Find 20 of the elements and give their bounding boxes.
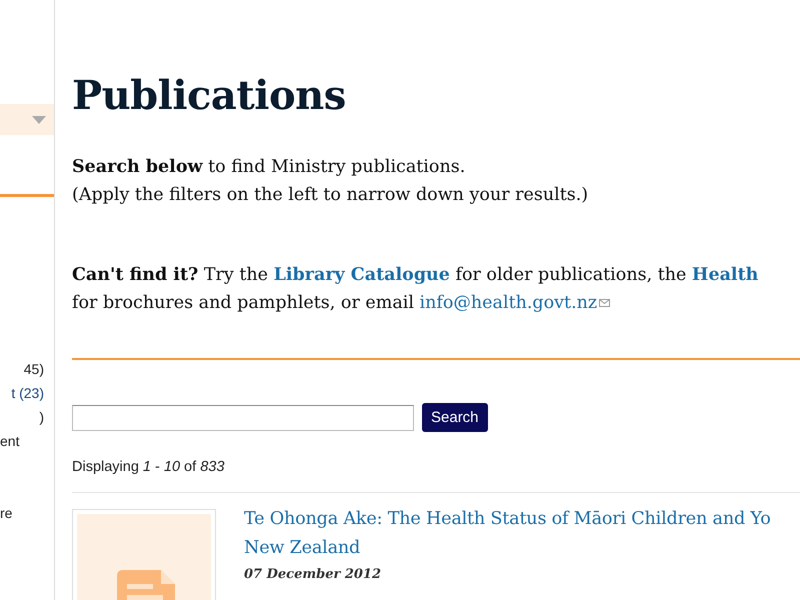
page-title: Publications (72, 72, 347, 120)
publication-date: 07 December 2012 (244, 567, 382, 582)
filter-link[interactable]: 45) (24, 357, 54, 381)
health-link[interactable]: Health (692, 265, 758, 285)
intro-text: Search below to find Ministry publications. (Apply the filters on the left to narrow down your results.) (72, 156, 590, 207)
filter-link[interactable]: t (23) (11, 381, 54, 405)
email-link[interactable]: info@health.govt.nz (420, 293, 610, 313)
search-field[interactable] (72, 404, 414, 430)
caret-icon (32, 116, 46, 124)
filter-link[interactable]: ent (0, 429, 20, 453)
filter-link[interactable]: ) (39, 405, 54, 429)
publication-title-link[interactable]: Te Ohonga Ake: The Health Status of Māori Children and Yo New Zealand (244, 505, 771, 563)
results-count: Displaying 1 - 10 of 833 (72, 459, 226, 475)
filter-dropdown[interactable] (0, 104, 54, 135)
catalogue-link[interactable]: Library Catalogue (274, 265, 450, 285)
help-text: Can't find it? Try the Library Catalogue for older publications, the Health for brochures and pamphlets, or email info@health.govt.nz (72, 264, 760, 315)
document-icon (117, 570, 177, 600)
filter-link[interactable]: re (0, 501, 12, 525)
search-button[interactable]: Search (422, 403, 488, 432)
mail-icon (599, 299, 610, 308)
